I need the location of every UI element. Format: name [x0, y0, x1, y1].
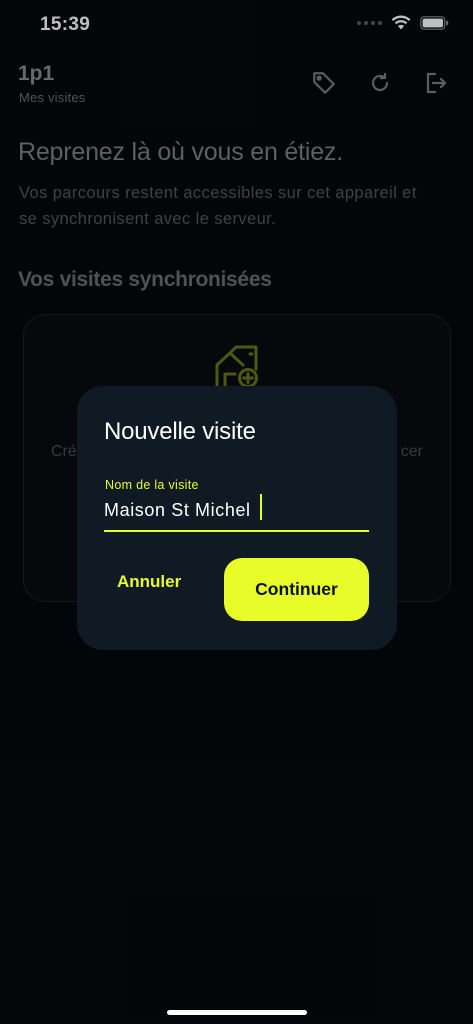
- new-visit-dialog: Nouvelle visite Nom de la visite Annuler…: [77, 386, 397, 650]
- cancel-button[interactable]: Annuler: [117, 572, 181, 592]
- dialog-title: Nouvelle visite: [104, 418, 256, 445]
- visit-name-field: Nom de la visite: [104, 478, 369, 532]
- app-screen: 15:39 1p1 Mes visites Reprenez là où vou…: [0, 0, 473, 1024]
- home-indicator[interactable]: [167, 1010, 307, 1015]
- text-caret: [260, 494, 262, 520]
- continue-button[interactable]: Continuer: [224, 558, 369, 621]
- visit-name-label: Nom de la visite: [105, 478, 199, 492]
- visit-name-input[interactable]: [104, 497, 369, 523]
